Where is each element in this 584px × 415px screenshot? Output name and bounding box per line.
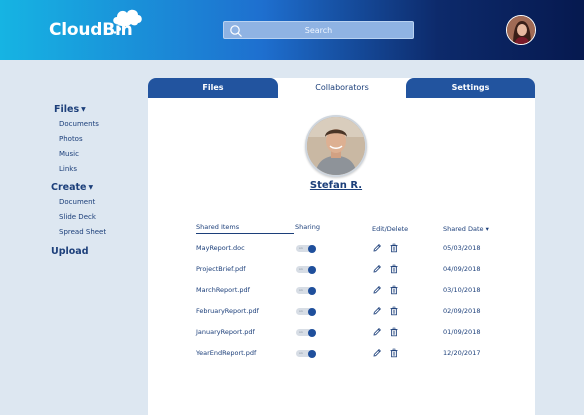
- sharing-toggle[interactable]: on: [296, 286, 316, 295]
- toggle-knob: [308, 244, 316, 253]
- sidebar-item-photos[interactable]: Photos: [59, 135, 83, 143]
- sidebar-item-slide-deck[interactable]: Slide Deck: [59, 213, 96, 221]
- chevron-down-icon: ▼: [88, 184, 94, 191]
- sort-down-icon: ▾: [485, 225, 489, 233]
- sharing-toggle-state: on: [299, 288, 303, 292]
- table-row-item[interactable]: MarchReport.pdf: [196, 286, 250, 294]
- sidebar: Files ▼ Documents Photos Music Links Crea…: [0, 60, 148, 415]
- sharing-toggle-state: on: [299, 351, 303, 355]
- top-header: CloudBin: [0, 0, 584, 60]
- sidebar-item-music[interactable]: Music: [59, 150, 79, 158]
- table-row-date: 12/20/2017: [443, 349, 481, 357]
- edit-pencil-icon[interactable]: [372, 306, 382, 316]
- tab-settings[interactable]: Settings: [406, 78, 535, 98]
- table-row-date: 03/10/2018: [443, 286, 481, 294]
- search-input[interactable]: [224, 22, 413, 38]
- table-row-item[interactable]: ProjectBrief.pdf: [196, 265, 246, 273]
- collaborator-photo: [305, 115, 367, 177]
- table-row-item[interactable]: FebruaryReport.pdf: [196, 307, 259, 315]
- tab-collaborators[interactable]: Collaborators: [278, 78, 406, 98]
- toggle-knob: [308, 349, 316, 358]
- trash-icon[interactable]: [389, 243, 399, 253]
- collaborator-photo-image: [307, 117, 365, 175]
- toggle-knob: [308, 328, 316, 337]
- sidebar-item-documents[interactable]: Documents: [59, 120, 99, 128]
- sharing-toggle[interactable]: on: [296, 307, 316, 316]
- sharing-toggle[interactable]: on: [296, 328, 316, 337]
- tab-files[interactable]: Files: [148, 78, 278, 98]
- trash-icon[interactable]: [389, 348, 399, 358]
- sharing-toggle-state: on: [299, 267, 303, 271]
- sharing-toggle-state: on: [299, 330, 303, 334]
- sidebar-files-header[interactable]: Files ▼: [54, 104, 86, 115]
- col-header-shared-date-label: Shared Date: [443, 225, 484, 233]
- table-row-date: 01/09/2018: [443, 328, 481, 336]
- toggle-knob: [308, 286, 316, 295]
- table-row-item[interactable]: YearEndReport.pdf: [196, 349, 256, 357]
- sharing-toggle-state: on: [299, 309, 303, 313]
- sidebar-create-label: Create: [51, 182, 87, 193]
- sharing-toggle-state: on: [299, 246, 303, 250]
- sharing-toggle[interactable]: on: [296, 265, 316, 274]
- table-row-date: 04/09/2018: [443, 265, 481, 273]
- header-divider: [196, 233, 294, 234]
- trash-icon[interactable]: [389, 285, 399, 295]
- sharing-toggle[interactable]: on: [296, 349, 316, 358]
- trash-icon[interactable]: [389, 306, 399, 316]
- sidebar-item-spread-sheet[interactable]: Spread Sheet: [59, 228, 106, 236]
- edit-pencil-icon[interactable]: [372, 285, 382, 295]
- user-avatar-image: [507, 16, 535, 44]
- sidebar-create-header[interactable]: Create ▼: [51, 182, 93, 193]
- toggle-knob: [308, 307, 316, 316]
- table-row-item[interactable]: MayReport.doc: [196, 244, 245, 252]
- trash-icon[interactable]: [389, 264, 399, 274]
- edit-pencil-icon[interactable]: [372, 243, 382, 253]
- col-header-edit-delete: Edit/Delete: [372, 225, 409, 233]
- table-row-item[interactable]: JanuaryReport.pdf: [196, 328, 255, 336]
- table-row-date: 05/03/2018: [443, 244, 481, 252]
- col-header-sharing: Sharing: [295, 223, 320, 231]
- col-header-shared-items: Shared Items: [196, 223, 240, 231]
- collaborator-name[interactable]: Stefan R.: [286, 180, 386, 191]
- edit-pencil-icon[interactable]: [372, 327, 382, 337]
- edit-pencil-icon[interactable]: [372, 348, 382, 358]
- sidebar-upload[interactable]: Upload: [51, 246, 89, 257]
- tab-bar: Files Collaborators Settings: [148, 78, 535, 98]
- sidebar-item-links[interactable]: Links: [59, 165, 77, 173]
- cloud-icon: [113, 9, 142, 34]
- trash-icon[interactable]: [389, 327, 399, 337]
- search-bar[interactable]: [223, 21, 414, 39]
- chevron-down-icon: ▼: [81, 106, 86, 113]
- toggle-knob: [308, 265, 316, 274]
- sidebar-files-label: Files: [54, 104, 80, 115]
- table-row-date: 02/09/2018: [443, 307, 481, 315]
- sharing-toggle[interactable]: on: [296, 244, 316, 253]
- sidebar-item-document[interactable]: Document: [59, 198, 95, 206]
- col-header-shared-date[interactable]: Shared Date ▾: [443, 225, 489, 233]
- user-avatar[interactable]: [506, 15, 536, 45]
- edit-pencil-icon[interactable]: [372, 264, 382, 274]
